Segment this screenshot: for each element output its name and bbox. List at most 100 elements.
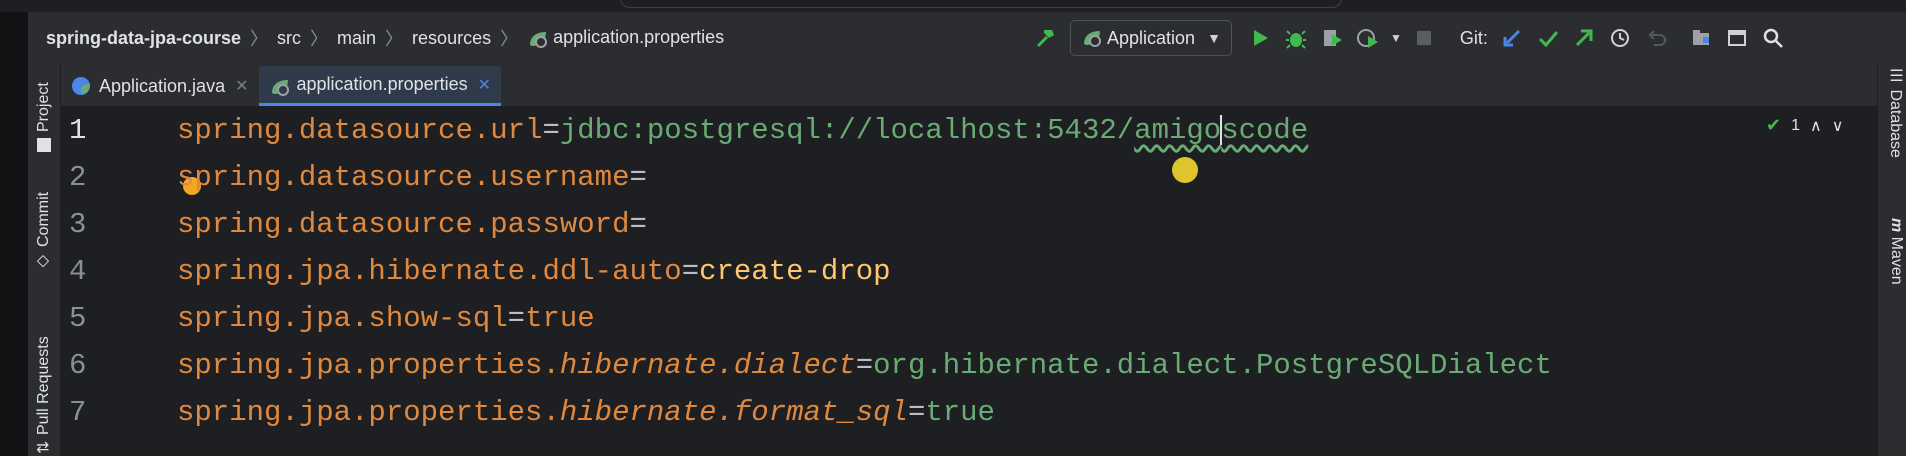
equals-sign: = bbox=[855, 349, 874, 382]
line-number: 5 bbox=[69, 302, 87, 335]
tab-application-properties[interactable]: application.properties ✕ bbox=[258, 66, 502, 106]
database-icon: ☰ bbox=[1887, 66, 1904, 90]
property-value: true bbox=[525, 302, 595, 335]
spring-leaf-icon bbox=[271, 80, 289, 96]
property-key: spring.datasource.username bbox=[177, 161, 630, 194]
close-icon[interactable]: ✕ bbox=[478, 75, 491, 95]
pull-request-icon: ⇅ bbox=[35, 440, 53, 454]
run-icon[interactable] bbox=[1245, 23, 1275, 53]
chevron-right-icon: 〉 bbox=[500, 29, 519, 49]
code-text: spring.jpa.hibernate.ddl-auto=create-dro… bbox=[177, 255, 891, 288]
code-line[interactable]: 2 spring.datasource.username= bbox=[61, 154, 1877, 201]
equals-sign: = bbox=[629, 208, 647, 241]
debug-bug-icon[interactable] bbox=[1281, 23, 1311, 53]
typo-highlight: amigoscode bbox=[1134, 114, 1308, 147]
code-line[interactable]: 1 spring.datasource.url=jdbc:postgresql:… bbox=[61, 107, 1877, 154]
profiler-icon[interactable] bbox=[1353, 23, 1383, 53]
code-line[interactable]: 7 spring.jpa.properties.hibernate.format… bbox=[61, 389, 1877, 436]
mouse-cursor-highlight bbox=[1172, 157, 1198, 183]
layout-icon[interactable] bbox=[1722, 23, 1752, 53]
rollback-icon[interactable] bbox=[1641, 23, 1671, 53]
git-update-icon[interactable] bbox=[1497, 23, 1527, 53]
equals-sign: = bbox=[629, 161, 647, 194]
window-edge bbox=[0, 12, 28, 456]
run-configuration-selector[interactable]: Application ▼ bbox=[1070, 20, 1232, 56]
breadcrumb-src[interactable]: src bbox=[277, 28, 301, 49]
equals-sign: = bbox=[542, 114, 560, 147]
property-key: spring.jpa.properties. bbox=[177, 396, 560, 429]
folder-icon bbox=[37, 138, 51, 152]
search-everywhere-field[interactable] bbox=[620, 0, 1342, 8]
tool-window-maven[interactable]: m Maven bbox=[1881, 218, 1905, 308]
property-key: spring.datasource.url bbox=[177, 114, 543, 147]
git-commit-check-icon[interactable] bbox=[1533, 23, 1563, 53]
code-line[interactable]: 3 spring.datasource.password= bbox=[61, 201, 1877, 248]
git-label: Git: bbox=[1459, 27, 1488, 48]
breadcrumb-resources[interactable]: resources bbox=[412, 28, 491, 49]
tab-label: application.properties bbox=[296, 74, 468, 94]
navigation-bar: spring-data-jpa-course 〉 src 〉 main 〉 re… bbox=[28, 12, 1906, 64]
code-line[interactable]: 5 spring.jpa.show-sql=true bbox=[61, 295, 1877, 342]
spring-leaf-icon bbox=[1084, 31, 1101, 47]
code-text: spring.datasource.password= bbox=[177, 208, 647, 241]
tool-window-commit[interactable]: ◇ Commit bbox=[30, 192, 58, 272]
close-icon[interactable]: ✕ bbox=[235, 76, 248, 96]
maven-icon: m bbox=[1888, 218, 1905, 237]
tool-window-pull-requests-label: Pull Requests bbox=[35, 335, 52, 435]
coverage-icon[interactable] bbox=[1317, 23, 1347, 53]
property-value: jdbc:postgresql://localhost:5432/ bbox=[559, 114, 1135, 147]
commit-icon: ◇ bbox=[35, 253, 53, 272]
property-key-italic: hibernate.dialect bbox=[559, 349, 856, 382]
breadcrumb-file[interactable]: application.properties bbox=[527, 27, 724, 48]
tool-window-database-label: Database bbox=[1887, 89, 1904, 158]
line-number: 7 bbox=[69, 396, 87, 429]
line-number: 2 bbox=[69, 161, 87, 194]
line-number: 3 bbox=[69, 208, 87, 241]
tab-application-java[interactable]: Application.java ✕ bbox=[61, 66, 259, 106]
equals-sign: = bbox=[907, 396, 926, 429]
caret-down-icon: ▼ bbox=[1207, 30, 1221, 46]
code-text: spring.jpa.properties.hibernate.dialect=… bbox=[177, 349, 1552, 382]
spring-boot-class-icon bbox=[72, 77, 90, 95]
history-clock-icon[interactable] bbox=[1605, 23, 1635, 53]
property-key: spring.jpa.show-sql bbox=[177, 302, 508, 335]
code-text: spring.jpa.show-sql=true bbox=[177, 302, 595, 335]
property-key: spring.jpa.hibernate.ddl-auto bbox=[177, 255, 682, 288]
tool-window-pull-requests[interactable]: ⇅ Pull Requests bbox=[30, 294, 58, 454]
tab-label: Application.java bbox=[99, 75, 226, 96]
more-run-options-icon[interactable]: ▼ bbox=[1389, 23, 1403, 53]
property-value: true bbox=[925, 396, 995, 429]
spring-leaf-icon bbox=[530, 31, 548, 48]
property-value: org.hibernate.dialect.PostgreSQLDialect bbox=[873, 349, 1552, 382]
git-push-icon[interactable] bbox=[1569, 23, 1599, 53]
code-text: spring.jpa.properties.hibernate.format_s… bbox=[177, 396, 995, 429]
line-number: 4 bbox=[69, 255, 87, 288]
tool-window-project[interactable]: Project bbox=[30, 72, 58, 152]
code-text: spring.datasource.username= bbox=[177, 161, 647, 194]
stop-icon[interactable] bbox=[1409, 23, 1439, 53]
search-icon[interactable] bbox=[1758, 23, 1788, 53]
run-configuration-label: Application bbox=[1107, 27, 1196, 48]
value-after-caret: scode bbox=[1221, 114, 1309, 147]
property-key: spring.datasource.password bbox=[177, 208, 630, 241]
code-line[interactable]: 4 spring.jpa.hibernate.ddl-auto=create-d… bbox=[61, 248, 1877, 295]
code-line[interactable]: 6 spring.jpa.properties.hibernate.dialec… bbox=[61, 342, 1877, 389]
property-key-italic: hibernate.format_sql bbox=[559, 396, 908, 429]
tool-window-maven-label: Maven bbox=[1888, 236, 1905, 285]
property-key: spring.jpa.properties. bbox=[177, 349, 560, 382]
value-before-caret: amigo bbox=[1134, 114, 1222, 147]
breadcrumb: spring-data-jpa-course 〉 src 〉 main 〉 re… bbox=[28, 25, 724, 51]
equals-sign: = bbox=[681, 255, 700, 288]
breadcrumb-main[interactable]: main bbox=[337, 28, 376, 49]
code-editor[interactable]: ✔ 1 ∧ ∨ 1 spring.datasource.url=jdbc:pos… bbox=[61, 107, 1877, 456]
project-structure-icon[interactable] bbox=[1686, 23, 1716, 53]
breadcrumb-file-label: application.properties bbox=[553, 27, 725, 48]
tool-window-database[interactable]: ☰ Database bbox=[1881, 66, 1905, 176]
chevron-right-icon: 〉 bbox=[310, 29, 329, 49]
property-value: create-drop bbox=[699, 255, 891, 288]
editor-tabs: Application.java ✕ application.propertie… bbox=[61, 64, 1877, 107]
chevron-right-icon: 〉 bbox=[250, 29, 269, 49]
breadcrumb-project[interactable]: spring-data-jpa-course bbox=[46, 28, 241, 49]
line-number: 1 bbox=[69, 114, 87, 147]
build-hammer-icon[interactable] bbox=[1031, 23, 1061, 53]
